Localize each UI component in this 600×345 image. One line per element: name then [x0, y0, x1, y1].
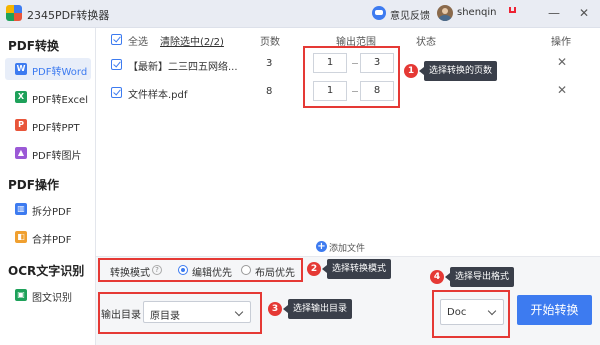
annotation-box-format	[432, 290, 510, 338]
word-icon: W	[15, 63, 27, 75]
column-header-action: 操作	[551, 37, 571, 48]
image-icon: ▲	[15, 147, 27, 159]
sidebar-item-pdf-to-image[interactable]: ▲ PDF转图片	[5, 142, 91, 164]
annotation-box-mode	[98, 258, 303, 282]
sidebar-item-label: PDF转Excel	[32, 95, 88, 106]
sidebar-item-split-pdf[interactable]: ▥ 拆分PDF	[5, 198, 91, 220]
delete-icon[interactable]: ✕	[556, 56, 568, 68]
section-title-ocr: OCR文字识别	[8, 264, 85, 278]
start-convert-button[interactable]: 开始转换	[517, 295, 592, 325]
annotation-callout-1: 选择转换的页数	[418, 61, 498, 81]
section-title-pdf-convert: PDF转换	[8, 39, 59, 53]
row-checkbox[interactable]	[111, 87, 122, 98]
column-header-status: 状态	[416, 37, 436, 48]
annotation-badge-1: 1	[404, 64, 418, 78]
close-button[interactable]: ✕	[576, 5, 592, 21]
sidebar-item-label: 合并PDF	[32, 235, 72, 246]
sidebar-item-label: 图文识别	[32, 293, 72, 304]
feedback-link[interactable]: 意见反馈	[390, 7, 430, 22]
select-all-checkbox[interactable]	[111, 34, 122, 45]
sidebar-item-pdf-to-excel[interactable]: X PDF转Excel	[5, 86, 91, 108]
excel-icon: X	[15, 91, 27, 103]
username[interactable]: shenqin	[457, 7, 497, 18]
page-count: 3	[266, 58, 273, 69]
split-icon: ▥	[15, 203, 27, 215]
user-avatar[interactable]	[437, 5, 453, 21]
sidebar-item-pdf-to-word[interactable]: W PDF转Word	[5, 58, 91, 80]
annotation-badge-3: 3	[268, 302, 282, 316]
select-all-label[interactable]: 全选	[128, 33, 148, 48]
sidebar: PDF转换 W PDF转Word X PDF转Excel P PDF转PPT ▲…	[0, 28, 96, 345]
sidebar-item-label: 拆分PDF	[32, 207, 72, 218]
ppt-icon: P	[15, 119, 27, 131]
file-name: 【最新】二三四五网络...	[128, 62, 238, 73]
clear-selected-link[interactable]: 清除选中(2/2)	[160, 33, 224, 48]
annotation-callout-4: 选择导出格式	[444, 267, 515, 287]
page-count: 8	[266, 86, 273, 97]
plus-icon: +	[316, 241, 327, 252]
row-checkbox[interactable]	[111, 59, 122, 70]
file-name: 文件样本.pdf	[128, 90, 188, 101]
minimize-button[interactable]: —	[546, 5, 562, 21]
annotation-box-output-dir	[98, 292, 262, 334]
vip-icon	[509, 7, 516, 13]
sidebar-item-label: PDF转Word	[32, 67, 88, 78]
ocr-icon: ▣	[15, 289, 27, 301]
sidebar-item-pdf-to-ppt[interactable]: P PDF转PPT	[5, 114, 91, 136]
sidebar-item-label: PDF转图片	[32, 151, 82, 162]
annotation-callout-3: 选择输出目录	[282, 299, 353, 319]
annotation-badge-2: 2	[307, 262, 321, 276]
app-logo-icon	[6, 5, 22, 21]
title-bar: 2345PDF转换器 意见反馈 shenqin — ✕	[0, 0, 600, 28]
annotation-badge-4: 4	[430, 270, 444, 284]
sidebar-item-ocr[interactable]: ▣ 图文识别	[5, 284, 91, 306]
app-title: 2345PDF转换器	[27, 9, 110, 22]
delete-icon[interactable]: ✕	[556, 84, 568, 96]
sidebar-item-merge-pdf[interactable]: ◧ 合并PDF	[5, 226, 91, 248]
sidebar-item-label: PDF转PPT	[32, 123, 80, 134]
section-title-pdf-ops: PDF操作	[8, 178, 59, 192]
annotation-box-page-range	[303, 46, 400, 108]
column-header-pages: 页数	[260, 37, 280, 48]
merge-icon: ◧	[15, 231, 27, 243]
feedback-icon[interactable]	[372, 6, 386, 20]
add-file-label: 添加文件	[329, 244, 366, 254]
annotation-callout-2: 选择转换模式	[321, 259, 392, 279]
